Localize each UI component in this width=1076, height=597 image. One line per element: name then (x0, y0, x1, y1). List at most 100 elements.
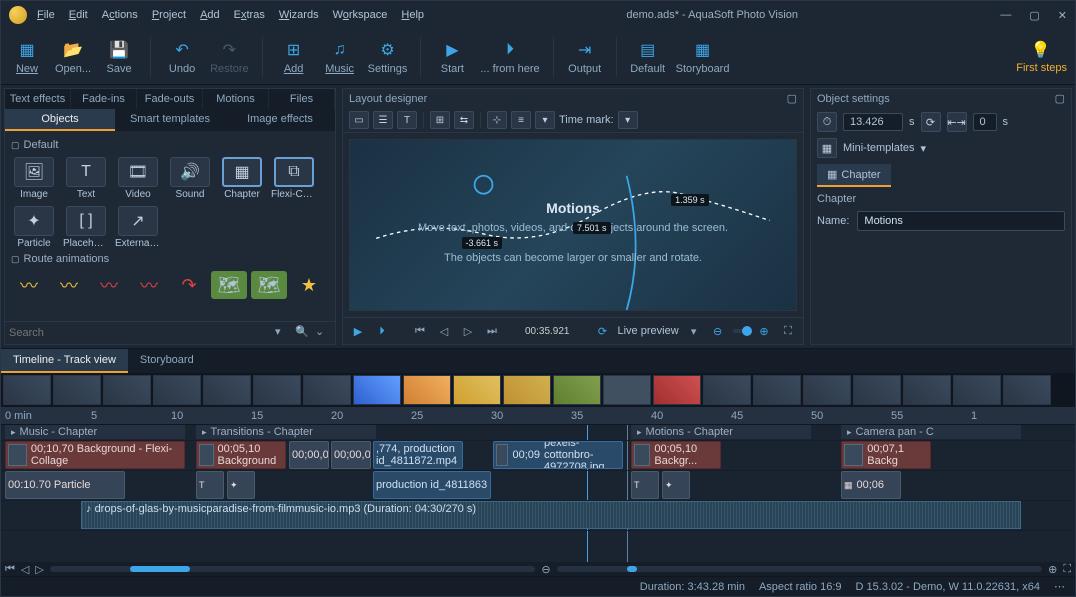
output-button[interactable]: ⇥Output (567, 39, 603, 75)
skip-end-icon[interactable]: ⏭ (483, 322, 501, 340)
tl-zoom-slider[interactable] (557, 566, 1043, 572)
pt-timemark-drop[interactable]: ▾ (618, 111, 638, 129)
maximize-panel-icon[interactable]: ▢ (787, 92, 797, 105)
range-icon[interactable]: ⇤⇥ (947, 112, 967, 132)
zoom-in-icon[interactable]: ⊕ (755, 322, 773, 340)
menu-add[interactable]: Add (200, 9, 220, 21)
music-button[interactable]: ♫Music (322, 39, 358, 75)
next-icon[interactable]: ▷ (459, 322, 477, 340)
clip-fx-1[interactable]: ✦ (227, 471, 255, 499)
scroll-next-icon[interactable]: ▷ (35, 563, 43, 576)
menu-project[interactable]: Project (152, 9, 186, 21)
storyboard-button[interactable]: ▦Storyboard (676, 39, 730, 75)
route-3[interactable]: 〰 (91, 271, 127, 299)
clip-text-2[interactable]: T (631, 471, 659, 499)
tl-fit-icon[interactable]: ⛶ (1063, 563, 1071, 576)
open-button[interactable]: 📂Open... (55, 39, 91, 75)
menu-actions[interactable]: Actions (102, 9, 138, 21)
route-1[interactable]: 〰 (11, 271, 47, 299)
chapter-motions[interactable]: ▸ Motions - Chapter (631, 425, 811, 439)
timeline-ruler[interactable]: 0 min 510 1520 2530 3540 4550 551 (1, 407, 1075, 425)
timeline-tab-storyboard[interactable]: Storyboard (128, 349, 206, 373)
first-steps-button[interactable]: 💡First steps (1016, 40, 1067, 74)
status-more-icon[interactable]: ⋯ (1054, 580, 1065, 593)
tab-text-effects[interactable]: Text effects (5, 89, 71, 109)
pt-toggle[interactable]: ⇆ (454, 111, 474, 129)
mini-templates-icon[interactable]: ▦ (817, 138, 837, 158)
add-button[interactable]: ⊞Add (276, 39, 312, 75)
play-segment-button[interactable]: ⏵ (373, 322, 391, 340)
live-preview-icon[interactable]: ⟳ (594, 322, 612, 340)
tool-particle[interactable]: ✦Particle (11, 206, 57, 249)
route-map-1[interactable]: 🗺 (211, 271, 247, 299)
subtab-smart-templates[interactable]: Smart templates (115, 109, 225, 131)
menu-edit[interactable]: Edit (69, 9, 88, 21)
settings-button[interactable]: ⚙Settings (368, 39, 408, 75)
tab-motions[interactable]: Motions (203, 89, 269, 109)
tl-zoom-out-icon[interactable]: ⊖ (541, 563, 550, 576)
clip-t2[interactable]: 00;00,03 (331, 441, 371, 469)
clip-mp4[interactable]: ,774, production id_4811872.mp4 (373, 441, 463, 469)
pt-align[interactable]: ≡ (511, 111, 531, 129)
menu-file[interactable]: File (37, 9, 55, 21)
play-button[interactable]: ▶ (349, 322, 367, 340)
pt-grid[interactable]: ⊞ (430, 111, 450, 129)
audio-clip[interactable]: ♪ drops-of-glas-by-musicparadise-from-fi… (81, 501, 1021, 529)
range-value[interactable]: 0 (973, 113, 997, 131)
maximize-button[interactable]: ▢ (1029, 9, 1039, 22)
pt-layers[interactable]: ☰ (373, 111, 393, 129)
marker-c[interactable]: 1.359 s (671, 194, 709, 206)
collapse-icon[interactable]: ⌄ (315, 325, 331, 341)
fit-icon[interactable]: ⛶ (779, 322, 797, 340)
default-button[interactable]: ▤Default (630, 39, 666, 75)
tool-external[interactable]: ↗External c... (115, 206, 161, 249)
menu-extras[interactable]: Extras (234, 9, 265, 21)
tab-fade-outs[interactable]: Fade-outs (137, 89, 203, 109)
duration-value[interactable]: 13.426 (843, 113, 903, 131)
save-button[interactable]: 💾Save (101, 39, 137, 75)
menu-wizards[interactable]: Wizards (279, 9, 319, 21)
pt-text[interactable]: T (397, 111, 417, 129)
scroll-start-icon[interactable]: ⏮ (5, 563, 15, 576)
scrollbar[interactable] (50, 566, 536, 572)
timeline-tab-tracks[interactable]: Timeline - Track view (1, 349, 128, 373)
section-default[interactable]: Default (11, 139, 329, 151)
from-here-button[interactable]: ⏵... from here (480, 39, 539, 75)
chevron-down-icon[interactable]: ▾ (275, 325, 291, 341)
restore-button[interactable]: ↷Restore (210, 39, 249, 75)
search-input[interactable] (9, 327, 271, 339)
scroll-prev-icon[interactable]: ◁ (21, 563, 29, 576)
clip-t1[interactable]: 00;00,03 (289, 441, 329, 469)
section-routes[interactable]: Route animations (11, 253, 329, 265)
clip-bg-4[interactable]: 00;07,1 Backg (841, 441, 931, 469)
tool-sound[interactable]: 🔊Sound (167, 157, 213, 200)
route-star[interactable]: ★ (291, 271, 327, 299)
tl-zoom-in-icon[interactable]: ⊕ (1048, 563, 1057, 576)
skip-start-icon[interactable]: ⏮ (411, 322, 429, 340)
clip-bg-2[interactable]: 00;05,10 Background (196, 441, 286, 469)
tool-text[interactable]: TText (63, 157, 109, 200)
mini-drop-icon[interactable]: ▾ (921, 142, 927, 155)
search-icon[interactable]: 🔍 (295, 325, 311, 341)
start-button[interactable]: ▶Start (434, 39, 470, 75)
undo-button[interactable]: ↶Undo (164, 39, 200, 75)
preview-stage[interactable]: Motions Move text, photos, videos, and o… (349, 139, 797, 311)
clip-bg-1[interactable]: 00;10,70 Background - Flexi-Collage (5, 441, 185, 469)
tool-chapter[interactable]: ▦Chapter (219, 157, 265, 200)
refresh-icon[interactable]: ⟳ (921, 112, 941, 132)
route-5[interactable]: ↷ (171, 271, 207, 299)
route-2[interactable]: 〰 (51, 271, 87, 299)
mini-templates-label[interactable]: Mini-templates (843, 142, 915, 154)
chapter-camera-pan[interactable]: ▸ Camera pan - C (841, 425, 1021, 439)
tool-image[interactable]: 🖼Image (11, 157, 57, 200)
clip-bg-3[interactable]: 00;05,10 Backgr... (631, 441, 721, 469)
pt-select[interactable]: ▭ (349, 111, 369, 129)
duration-icon[interactable]: ⏱ (817, 112, 837, 132)
tool-placeholder[interactable]: [ ]Placehol... (63, 206, 109, 249)
subtab-image-effects[interactable]: Image effects (225, 109, 335, 131)
live-drop-icon[interactable]: ▾ (685, 322, 703, 340)
chapter-tab[interactable]: ▦Chapter (817, 164, 891, 187)
route-4[interactable]: 〰 (131, 271, 167, 299)
clip-small[interactable]: ▦ 00;06 (841, 471, 901, 499)
tool-video[interactable]: 🎞Video (115, 157, 161, 200)
